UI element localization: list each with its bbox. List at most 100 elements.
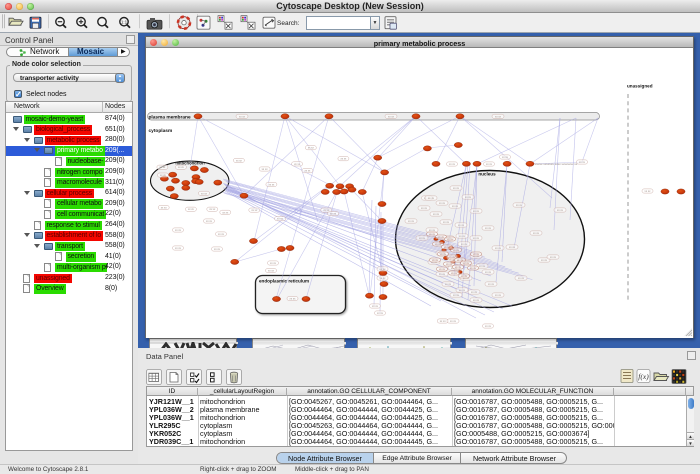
svg-text:xx xx: xx xx — [201, 192, 208, 195]
svg-text:xx xx: xx xx — [408, 220, 415, 223]
svg-text:endoplasmic reticulum: endoplasmic reticulum — [259, 279, 309, 284]
svg-text:xx xx: xx xx — [443, 221, 450, 224]
svg-text:xx xx: xx xx — [380, 268, 387, 271]
svg-text:xx xx: xx xx — [461, 243, 468, 246]
svg-text:xx xx: xx xx — [452, 205, 459, 208]
svg-text:xx xx: xx xx — [518, 277, 525, 280]
svg-text:xx xx: xx xx — [214, 248, 221, 251]
svg-text:xx xx: xx xx — [550, 256, 557, 259]
svg-text:xx xx: xx xx — [388, 115, 395, 118]
svg-text:unassigned: unassigned — [627, 84, 653, 89]
svg-text:xx xx: xx xx — [495, 115, 502, 118]
svg-text:xx xx: xx xx — [178, 166, 185, 169]
svg-text:xx xx: xx xx — [435, 243, 441, 246]
svg-text:xx xx: xx xx — [471, 291, 478, 294]
svg-text:xx xx: xx xx — [262, 168, 269, 171]
svg-text:xx xx: xx xx — [277, 218, 284, 221]
svg-text:xx xx: xx xx — [439, 273, 446, 276]
svg-text:xx xx: xx xx — [465, 196, 472, 199]
svg-text:xx xx: xx xx — [428, 197, 435, 200]
svg-text:xx xx: xx xx — [429, 233, 435, 236]
svg-text:xx xx: xx xx — [340, 158, 347, 161]
svg-text:cytoplasm: cytoplasm — [149, 128, 173, 134]
svg-text:xx xx: xx xx — [453, 294, 460, 297]
svg-text:xx xx: xx xx — [449, 163, 456, 166]
svg-text:plasma membrane: plasma membrane — [149, 115, 191, 121]
svg-text:xx xx: xx xx — [188, 208, 195, 211]
svg-text:xx xx: xx xx — [270, 262, 277, 265]
svg-text:xx xx: xx xx — [218, 233, 225, 236]
svg-text:xx xx: xx xx — [290, 298, 297, 301]
svg-text:xx xx: xx xx — [453, 249, 459, 252]
svg-text:xx xx: xx xx — [440, 253, 446, 256]
svg-text:xx xx: xx xx — [533, 232, 540, 235]
svg-text:xx xx: xx xx — [516, 204, 523, 207]
svg-text:xx xx: xx xx — [429, 229, 436, 232]
svg-text:xx xx: xx xx — [380, 277, 387, 280]
svg-text:xx xx: xx xx — [159, 166, 166, 169]
svg-text:xx xx: xx xx — [438, 236, 444, 239]
svg-text:xx xx: xx xx — [209, 208, 216, 211]
svg-text:xx xx: xx xx — [439, 202, 446, 205]
svg-text:xx xx: xx xx — [495, 294, 502, 297]
svg-text:xx xx: xx xx — [440, 320, 447, 323]
svg-text:xx xx: xx xx — [461, 275, 467, 278]
svg-text:xx xx: xx xx — [486, 163, 493, 166]
svg-text:xx xx: xx xx — [446, 263, 452, 266]
svg-text:xx xx: xx xx — [459, 289, 466, 292]
svg-text:xx xx: xx xx — [421, 207, 428, 210]
svg-text:xx xx: xx xx — [447, 238, 453, 241]
svg-text:xx xx: xx xx — [439, 268, 445, 271]
svg-text:xx xx: xx xx — [463, 262, 469, 265]
svg-text:xx xx: xx xx — [251, 209, 258, 212]
svg-text:xx xx: xx xx — [268, 270, 275, 273]
svg-text:xx xx: xx xx — [485, 271, 492, 274]
svg-text:xx xx: xx xx — [206, 220, 213, 223]
svg-text:nucleus: nucleus — [478, 172, 496, 177]
svg-text:xx xx: xx xx — [444, 246, 450, 249]
svg-text:xx xx: xx xx — [294, 163, 301, 166]
svg-text:mitochondrion: mitochondrion — [175, 161, 205, 166]
svg-text:xx xx: xx xx — [473, 210, 480, 213]
svg-text:xx xx: xx xx — [458, 224, 465, 227]
svg-text:xx xx: xx xx — [557, 209, 564, 212]
svg-text:xx xx: xx xx — [485, 227, 492, 230]
svg-text:xx xx: xx xx — [495, 247, 502, 250]
svg-text:xx xx: xx xx — [419, 237, 426, 240]
svg-text:xx xx: xx xx — [645, 190, 652, 193]
svg-text:xx xx: xx xx — [453, 187, 460, 190]
svg-text:xx xx: xx xx — [479, 265, 486, 268]
svg-text:xx xx: xx xx — [470, 267, 476, 270]
svg-text:xx xx: xx xx — [433, 213, 440, 216]
svg-text:xx xx: xx xx — [488, 283, 495, 286]
svg-text:xx xx: xx xx — [473, 299, 480, 302]
svg-text:xx xx: xx xx — [175, 229, 182, 232]
svg-text:xx xx: xx xx — [459, 235, 466, 238]
svg-text:xx xx: xx xx — [304, 170, 311, 173]
svg-text:xx xx: xx xx — [268, 183, 275, 186]
svg-text:xx xx: xx xx — [160, 174, 167, 177]
svg-text:xx xx: xx xx — [451, 272, 457, 275]
svg-text:xx xx: xx xx — [432, 259, 438, 262]
svg-text:xx xx: xx xx — [450, 320, 457, 323]
svg-text:xx xx: xx xx — [330, 213, 337, 216]
svg-text:xx xx: xx xx — [222, 211, 229, 214]
svg-text:xx xx: xx xx — [473, 253, 479, 256]
svg-text:xx xx: xx xx — [236, 159, 243, 162]
svg-text:xx xx: xx xx — [175, 247, 182, 250]
svg-text:f(x): f(x) — [638, 372, 649, 381]
svg-text:xx xx: xx xx — [161, 207, 168, 210]
svg-text:xx xx: xx xx — [473, 237, 480, 240]
svg-text:1:1: 1:1 — [121, 20, 128, 25]
svg-text:xx xx: xx xx — [579, 161, 586, 164]
svg-text:xx xx: xx xx — [485, 325, 492, 328]
svg-text:xxxxx xxxxxxx xxxx xxxxxxxx xx: xxxxx xxxxxxx xxxx xxxxxxxx xx — [535, 162, 578, 166]
svg-text:xx xx: xx xx — [502, 156, 509, 159]
svg-text:xx xx: xx xx — [308, 147, 315, 150]
svg-text:xx xx: xx xx — [445, 283, 452, 286]
svg-text:xx xx: xx xx — [509, 246, 516, 249]
svg-text:xx xx: xx xx — [372, 305, 379, 308]
svg-text:xx xx: xx xx — [377, 312, 384, 315]
svg-text:xx xx: xx xx — [239, 115, 246, 118]
svg-text:xx xx: xx xx — [541, 259, 548, 262]
